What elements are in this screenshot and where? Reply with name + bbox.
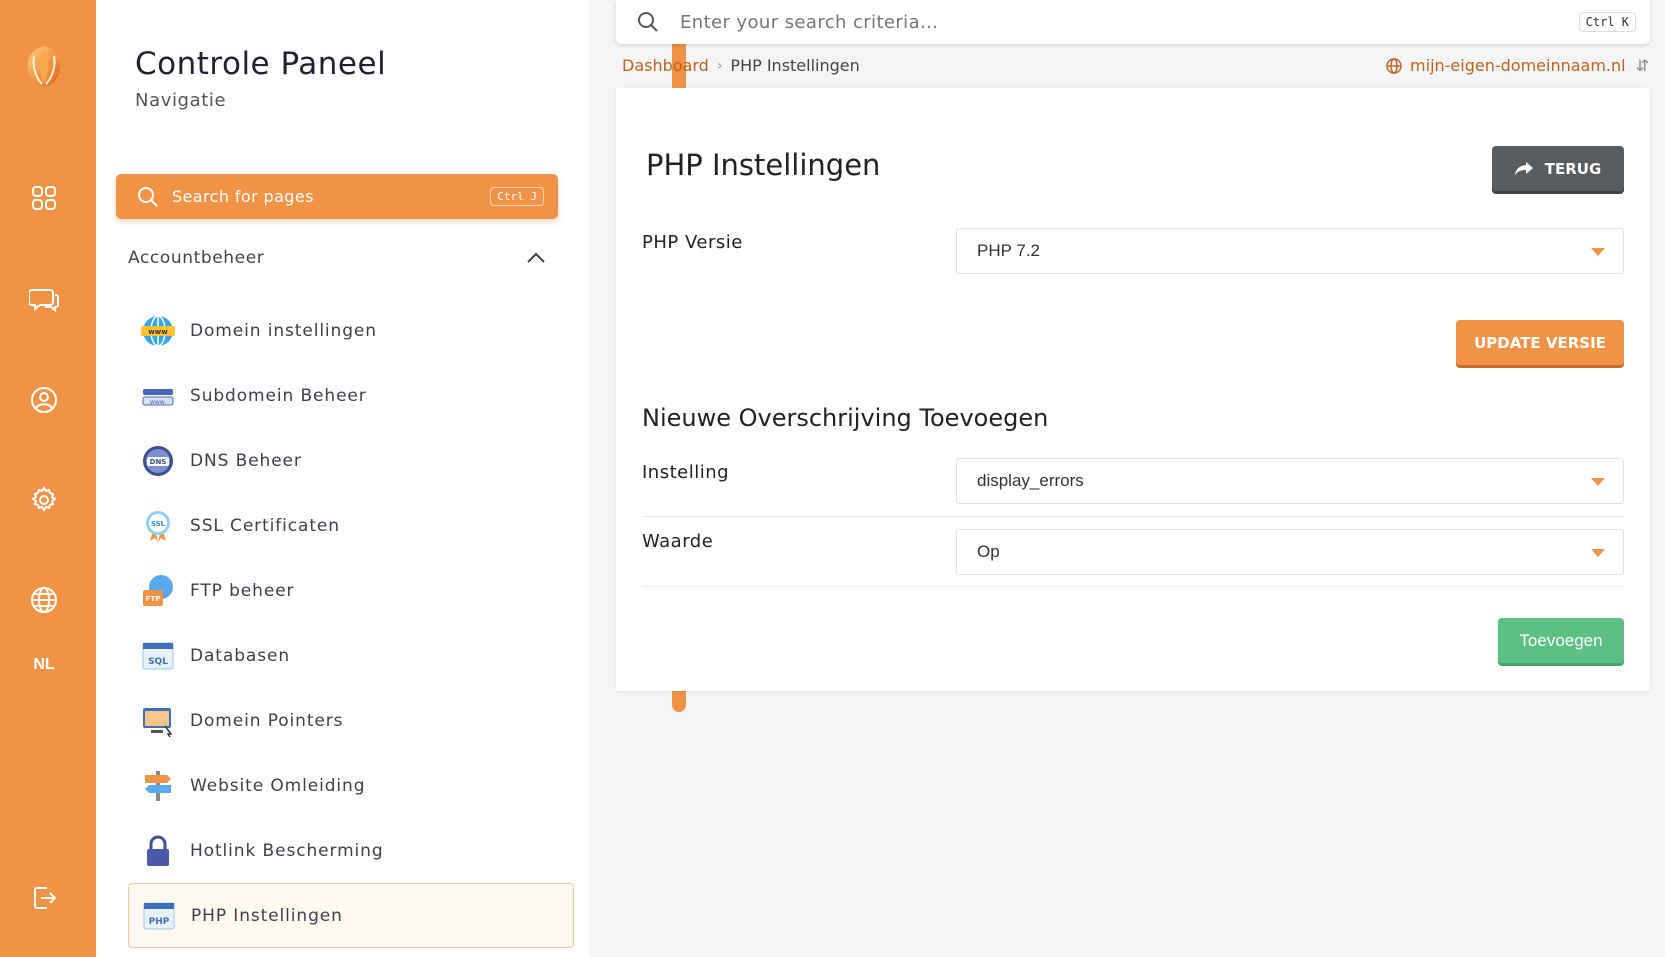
value-label: Waarde <box>642 531 714 552</box>
language-label[interactable]: NL <box>0 656 88 674</box>
section-accountbeheer[interactable]: Accountbeheer <box>128 245 546 271</box>
sidebar-item-hotlink-bescherming[interactable]: Hotlink Bescherming <box>128 818 574 883</box>
sidebar-item-label: DNS Beheer <box>190 450 302 471</box>
sidebar-item-ftp-beheer[interactable]: FTP FTP beheer <box>128 558 574 623</box>
sidebar-item-subdomein-beheer[interactable]: www. Subdomein Beheer <box>128 363 574 428</box>
lock-icon <box>140 833 176 869</box>
domain-selector[interactable]: mijn-eigen-domeinnaam.nl ⇵ <box>1386 56 1649 75</box>
settings-icon[interactable] <box>28 484 60 516</box>
php-icon: PHP <box>141 898 177 934</box>
update-version-label: UPDATE VERSIE <box>1474 333 1606 352</box>
sidebar-item-label: SSL Certificaten <box>190 515 340 536</box>
setting-label: Instelling <box>642 462 730 483</box>
ftp-icon: FTP <box>140 573 176 609</box>
sidebar-item-label: Subdomein Beheer <box>190 385 367 406</box>
breadcrumb-current: PHP Instellingen <box>730 56 860 75</box>
back-button[interactable]: TERUG <box>1492 146 1624 191</box>
page-search-label: Search for pages <box>172 187 314 206</box>
subdomain-icon: www. <box>140 378 176 414</box>
domain-name: mijn-eigen-domeinnaam.nl <box>1410 56 1626 75</box>
logout-icon[interactable] <box>28 882 60 914</box>
page-search-button[interactable]: Search for pages Ctrl J <box>116 174 558 219</box>
php-version-value: PHP 7.2 <box>977 241 1041 260</box>
setting-value: display_errors <box>977 471 1084 490</box>
global-search-bar: Ctrl K <box>616 0 1650 44</box>
divider <box>642 586 1624 587</box>
global-search-shortcut: Ctrl K <box>1578 12 1636 32</box>
nav-subtitle: Navigatie <box>135 90 227 111</box>
domain-pointer-icon <box>140 703 176 739</box>
dashboard-grid-icon[interactable] <box>28 182 60 214</box>
nav-title: Controle Paneel <box>135 46 387 82</box>
back-button-label: TERUG <box>1544 159 1602 178</box>
sidebar-item-dns-beheer[interactable]: DNS DNS Beheer <box>128 428 574 493</box>
svg-text:www.: www. <box>150 399 166 406</box>
logo-icon[interactable] <box>20 42 68 90</box>
breadcrumb-separator-icon: › <box>716 57 723 74</box>
php-version-label: PHP Versie <box>642 232 743 253</box>
svg-text:DNS: DNS <box>150 458 167 466</box>
svg-text:www: www <box>148 328 168 336</box>
override-section-title: Nieuwe Overschrijving Toevoegen <box>642 404 1049 432</box>
page-search-shortcut: Ctrl J <box>490 187 544 206</box>
setting-select[interactable]: display_errors <box>956 458 1624 504</box>
sidebar-item-php-instellingen[interactable]: PHP PHP Instellingen <box>128 883 574 948</box>
sidebar-item-website-omleiding[interactable]: Website Omleiding <box>128 753 574 818</box>
sidebar-item-label: Databasen <box>190 645 290 666</box>
user-icon[interactable] <box>28 384 60 416</box>
signpost-icon <box>140 768 176 804</box>
nav-menu: www Domein instellingen www. Subdomein B… <box>128 298 574 948</box>
svg-text:SQL: SQL <box>148 657 168 667</box>
add-override-label: Toevoegen <box>1519 630 1603 650</box>
update-version-button[interactable]: UPDATE VERSIE <box>1456 320 1624 365</box>
sidebar-item-ssl-certificaten[interactable]: SSL SSL Certificaten <box>128 493 574 558</box>
breadcrumb: Dashboard › PHP Instellingen <box>622 56 860 75</box>
sidebar-item-label: Domein Pointers <box>190 710 344 731</box>
sidebar-item-domein-instellingen[interactable]: www Domein instellingen <box>128 298 574 363</box>
svg-text:PHP: PHP <box>149 917 170 927</box>
value-value: Op <box>977 542 1000 561</box>
add-override-button[interactable]: Toevoegen <box>1498 618 1624 663</box>
sidebar-item-label: Hotlink Bescherming <box>190 840 384 861</box>
chevron-updown-icon: ⇵ <box>1635 56 1649 75</box>
sidebar-item-domein-pointers[interactable]: Domein Pointers <box>128 688 574 753</box>
sidebar-item-databasen[interactable]: SQL Databasen <box>128 623 574 688</box>
svg-text:SSL: SSL <box>151 520 166 528</box>
share-arrow-icon <box>1514 161 1533 175</box>
sql-icon: SQL <box>140 638 176 674</box>
page-title: PHP Instellingen <box>646 148 881 182</box>
php-settings-card: PHP Instellingen TERUG PHP Versie PHP 7.… <box>616 88 1650 691</box>
globe-icon <box>1386 57 1402 74</box>
www-globe-icon: www <box>140 313 176 349</box>
ssl-badge-icon: SSL <box>140 508 176 544</box>
navigation-panel: Controle Paneel Navigatie Search for pag… <box>96 0 686 957</box>
svg-text:FTP: FTP <box>146 595 161 603</box>
sidebar-item-label: PHP Instellingen <box>191 905 343 926</box>
search-icon <box>138 186 158 207</box>
search-icon <box>638 12 658 32</box>
breadcrumb-dashboard[interactable]: Dashboard <box>622 56 709 75</box>
value-select[interactable]: Op <box>956 529 1624 575</box>
globe-icon[interactable] <box>28 584 60 616</box>
sidebar-item-label: Website Omleiding <box>190 775 366 796</box>
chat-icon[interactable] <box>28 284 60 316</box>
global-search-input[interactable] <box>680 11 1579 33</box>
sidebar-item-label: Domein instellingen <box>190 320 377 341</box>
dns-icon: DNS <box>140 443 176 479</box>
caret-down-icon <box>1591 549 1605 557</box>
php-version-select[interactable]: PHP 7.2 <box>956 228 1624 274</box>
caret-down-icon <box>1591 248 1605 256</box>
sidebar-item-label: FTP beheer <box>190 580 295 601</box>
chevron-up-icon <box>527 252 545 263</box>
caret-down-icon <box>1591 478 1605 486</box>
divider <box>642 516 1624 517</box>
section-label: Accountbeheer <box>128 248 265 268</box>
icon-rail: NL <box>0 0 96 957</box>
